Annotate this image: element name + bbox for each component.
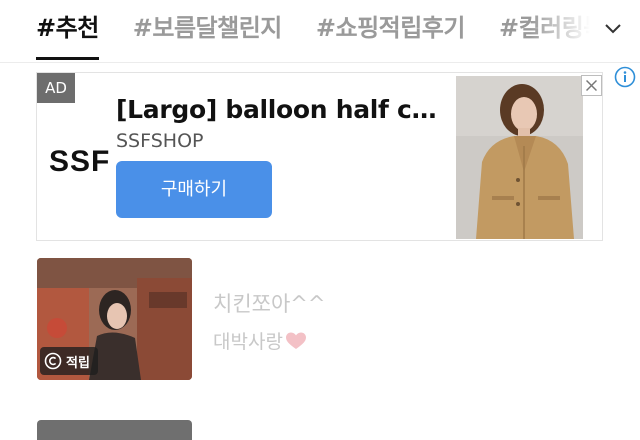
info-icon[interactable] — [614, 66, 636, 88]
feed-item-subtitle-text: 대박사랑 — [213, 331, 283, 353]
point-badge: 적립 — [40, 347, 98, 375]
ad-title[interactable]: [Largo] balloon half co… — [116, 95, 446, 124]
feed-item-subtitle: 대박사랑 — [213, 327, 307, 354]
feed-thumbnail[interactable]: 적립 — [37, 258, 192, 380]
buy-button[interactable]: 구매하기 — [116, 161, 272, 218]
point-badge-label: 적립 — [66, 355, 90, 371]
hashtag-tab-bar: #추천 #보름달챌린지 #쇼핑적립후기 #컬러링북 — [0, 0, 640, 63]
tab-full-moon-challenge[interactable]: #보름달챌린지 — [133, 8, 283, 60]
chevron-down-icon[interactable] — [604, 20, 622, 38]
copyright-icon — [44, 352, 62, 370]
feed-item-title[interactable]: 치킨쪼아^^ — [213, 288, 325, 318]
ad-card[interactable]: AD SSF [Largo] balloon half co… SSFSHOP … — [36, 72, 603, 241]
tab-list: #추천 #보름달챌린지 #쇼핑적립후기 #컬러링북 — [36, 8, 605, 60]
feed-thumbnail-next[interactable] — [37, 420, 192, 440]
ad-product-image[interactable] — [456, 76, 583, 239]
brand-logo: SSF — [49, 145, 111, 178]
tab-shopping-review[interactable]: #쇼핑적립후기 — [316, 8, 466, 60]
close-icon[interactable] — [581, 75, 602, 96]
ad-advertiser: SSFSHOP — [116, 130, 204, 152]
tab-fade-overlay — [530, 0, 640, 60]
screen: #추천 #보름달챌린지 #쇼핑적립후기 #컬러링북 AD SSF [Largo]… — [0, 0, 640, 440]
ad-badge: AD — [37, 73, 75, 103]
tab-recommended[interactable]: #추천 — [36, 8, 99, 60]
heart-icon — [285, 332, 306, 349]
